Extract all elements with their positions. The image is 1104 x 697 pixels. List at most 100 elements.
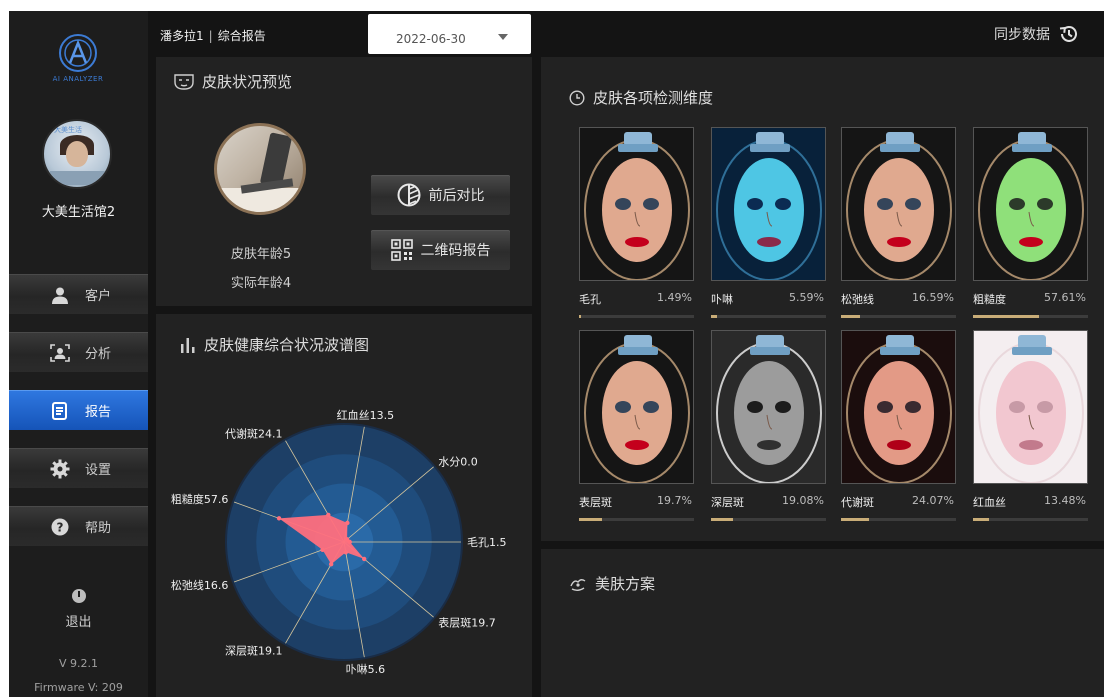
dimension-value: 57.61% <box>1044 291 1086 304</box>
real-age: 实际年龄4 <box>230 276 292 291</box>
sync-data-button[interactable]: 同步数据 <box>994 23 1080 45</box>
sidebar: AI ANALYZER 大美生活 大美生活馆2 客户 分析 报告 设置 ? 帮助… <box>9 11 148 697</box>
radar-data-point <box>320 547 325 553</box>
app-version: V 9.2.1 <box>58 657 98 670</box>
dimension-progress-fill <box>973 518 989 521</box>
dimension-label: 粗糙度 <box>973 293 1006 306</box>
dimension-progress-bar <box>711 518 826 521</box>
nav-item-settings[interactable]: 设置 <box>9 448 148 488</box>
plan-title: 美肤方案 <box>569 573 655 594</box>
qr-code-icon <box>390 239 413 261</box>
nav-item-analysis[interactable]: 分析 <box>9 332 148 372</box>
radar-panel: 皮肤健康综合状况波谱图 红血丝13.5 水分0.0 毛孔1.5 表层斑19.7 卟啉5.… <box>156 314 532 697</box>
qr-report-button[interactable]: 二维码报告 <box>371 230 510 270</box>
dimension-value: 5.59% <box>789 291 824 304</box>
detection-image-8[interactable] <box>973 330 1088 484</box>
detection-image-3[interactable] <box>841 127 956 281</box>
dimension-label: 红血丝 <box>973 496 1006 509</box>
dimension-value: 19.08% <box>782 494 824 507</box>
qr-report-label: 二维码报告 <box>420 243 491 259</box>
preview-photo[interactable] <box>214 123 306 215</box>
dimension-progress-bar <box>973 518 1088 521</box>
client-name: 潘多拉1 <box>160 29 204 43</box>
detection-dimensions-panel: 皮肤各项检测维度 毛孔 1.49% 卟啉 5.59% 松弛线 16.59% 粗糙度 57.61… <box>541 57 1104 541</box>
help-icon: ? <box>49 516 71 538</box>
top-bar: 潘多拉1 | 综合报告 2022-06-30 同步数据 <box>148 11 1104 57</box>
brand-logo-text: AI ANALYZER <box>52 75 104 83</box>
power-icon <box>71 589 86 603</box>
nav-label-analysis: 分析 <box>85 347 112 362</box>
date-select[interactable]: 2022-06-30 <box>368 14 531 54</box>
radar-axis-label: 深层斑19.1 <box>225 644 283 657</box>
report-icon <box>49 400 71 422</box>
radar-data-point <box>347 539 352 545</box>
firmware-version: Firmware V: 209 <box>34 681 123 694</box>
dimension-progress-fill <box>841 518 869 521</box>
brand-logo-icon <box>59 34 97 72</box>
dimension-progress-fill <box>711 315 717 318</box>
detection-image-6[interactable] <box>711 330 826 484</box>
dimension-progress-fill <box>711 518 733 521</box>
compare-icon <box>397 183 421 207</box>
radar-axis-label: 红血丝13.5 <box>337 408 395 422</box>
dimension-value: 1.49% <box>657 291 692 304</box>
compare-label: 前后对比 <box>428 188 485 204</box>
face-scan-icon <box>49 342 71 364</box>
radar-axis-label: 松弛线16.6 <box>171 578 229 592</box>
mask-icon <box>174 73 194 90</box>
radar-data-point <box>326 512 331 518</box>
dimension-value: 24.07% <box>912 494 954 507</box>
app-window: AI ANALYZER 大美生活 大美生活馆2 客户 分析 报告 设置 ? 帮助… <box>9 11 1104 697</box>
nav-item-help[interactable]: ? 帮助 <box>9 506 148 546</box>
dimension-value: 16.59% <box>912 291 954 304</box>
care-hand-icon <box>569 576 587 592</box>
skin-preview-title-text: 皮肤状况预览 <box>202 73 293 91</box>
dimension-progress-bar <box>579 518 694 521</box>
sync-label: 同步数据 <box>994 27 1050 43</box>
nav-label-report: 报告 <box>85 405 112 420</box>
plan-title-text: 美肤方案 <box>595 575 656 593</box>
clock-icon <box>569 89 585 106</box>
dimension-progress-bar <box>841 518 956 521</box>
user-icon <box>49 284 71 306</box>
dimension-label: 表层斑 <box>579 496 612 509</box>
logout-label: 退出 <box>65 615 92 630</box>
skincare-plan-panel: 美肤方案 <box>541 549 1104 697</box>
nav-item-report[interactable]: 报告 <box>9 390 148 430</box>
nav-label-help: 帮助 <box>85 521 112 536</box>
brand-logo: AI ANALYZER <box>47 33 109 93</box>
store-avatar[interactable]: 大美生活 <box>42 119 112 189</box>
radar-data-point <box>361 556 367 562</box>
skin-preview-title: 皮肤状况预览 <box>174 71 292 92</box>
radar-axis-label: 卟啉5.6 <box>346 663 386 676</box>
nav-item-customers[interactable]: 客户 <box>9 274 148 314</box>
detection-image-1[interactable] <box>579 127 694 281</box>
dimension-progress-bar <box>579 315 694 318</box>
detection-image-4[interactable] <box>973 127 1088 281</box>
radar-data-point <box>276 516 282 521</box>
detection-image-5[interactable] <box>579 330 694 484</box>
radar-axis-label: 粗糙度57.6 <box>171 492 229 506</box>
dimension-progress-fill <box>579 315 581 318</box>
radar-axis-label: 表层斑19.7 <box>438 615 496 629</box>
history-icon <box>1059 25 1077 42</box>
radar-axis-label: 毛孔1.5 <box>467 536 507 549</box>
detection-image-7[interactable] <box>841 330 956 484</box>
compare-button[interactable]: 前后对比 <box>371 175 510 215</box>
dimension-progress-bar <box>711 315 826 318</box>
dimension-progress-fill <box>973 315 1039 318</box>
detection-image-2[interactable] <box>711 127 826 281</box>
logout-button[interactable]: 退出 <box>9 589 148 630</box>
avatar-text: 大美生活 <box>54 126 82 134</box>
gear-icon <box>49 458 71 480</box>
radar-data-point <box>343 550 349 555</box>
dimension-progress-fill <box>579 518 602 521</box>
skin-preview-panel: 皮肤状况预览 皮肤年龄5 实际年龄4 前后对比 二维码报告 <box>156 57 532 306</box>
dimensions-title-text: 皮肤各项检测维度 <box>593 89 714 107</box>
dimension-progress-bar <box>973 315 1088 318</box>
skin-age: 皮肤年龄5 <box>230 247 292 262</box>
dimension-progress-fill <box>841 315 860 318</box>
page-title: 综合报告 <box>217 29 266 43</box>
chevron-down-icon <box>498 34 508 40</box>
dimension-label: 毛孔 <box>579 293 601 306</box>
